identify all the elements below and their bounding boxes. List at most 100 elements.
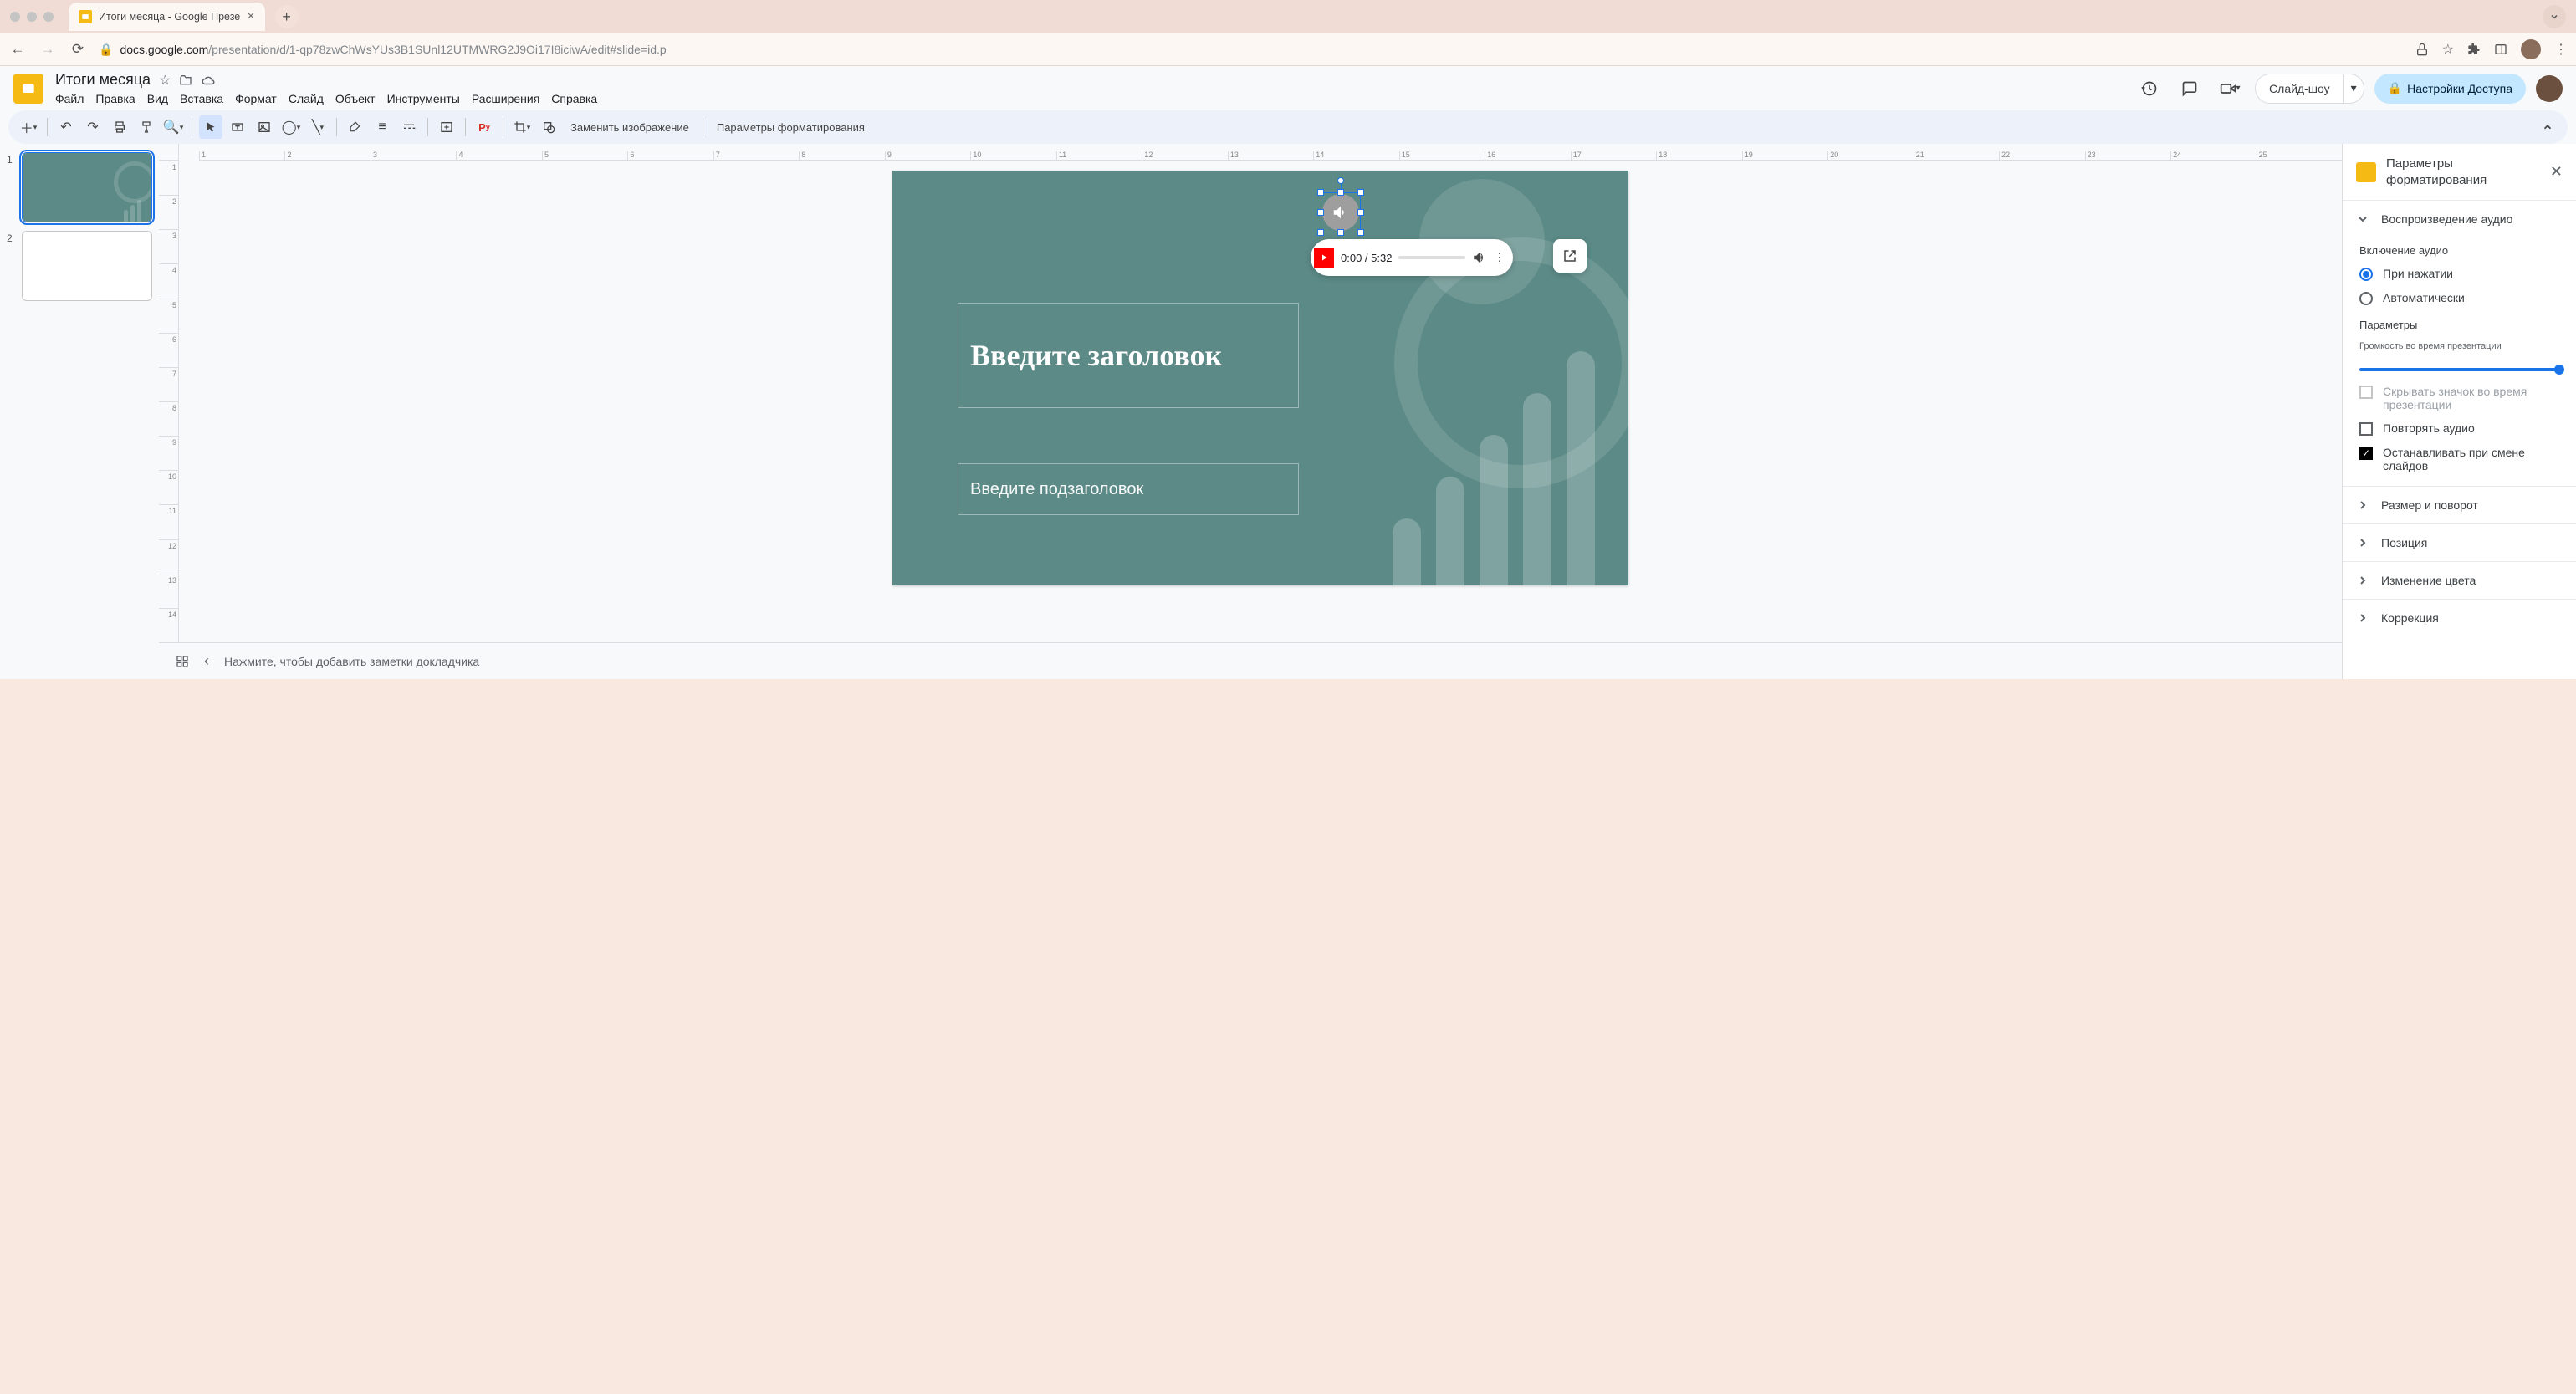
undo-icon[interactable]: ↶	[54, 115, 78, 139]
resize-handle[interactable]	[1317, 209, 1324, 216]
notes-collapse-icon[interactable]: ‹	[204, 652, 209, 670]
sidebar-close-icon[interactable]: ✕	[2550, 163, 2563, 181]
image-icon[interactable]	[253, 115, 276, 139]
slideshow-dropdown[interactable]: ▾	[2343, 74, 2364, 104]
browser-tab-active[interactable]: Итоги месяца - Google Презе ×	[69, 3, 265, 31]
nav-reload-icon[interactable]: ⟳	[69, 41, 87, 58]
address-bar[interactable]: 🔒 docs.google.com/presentation/d/1-qp78z…	[99, 37, 2404, 62]
extensions-icon[interactable]	[2467, 43, 2481, 56]
resize-handle[interactable]	[1337, 229, 1344, 236]
volume-icon[interactable]	[1472, 250, 1487, 265]
section-audio-playback[interactable]: Воспроизведение аудио	[2343, 201, 2576, 237]
resize-handle[interactable]	[1357, 229, 1364, 236]
crop-icon[interactable]: ▾	[510, 115, 534, 139]
menu-tools[interactable]: Инструменты	[387, 92, 460, 105]
border-weight-icon[interactable]: ≡	[371, 115, 394, 139]
audio-object[interactable]	[1322, 194, 1359, 231]
line-icon[interactable]: ╲▾	[306, 115, 330, 139]
slideshow-button[interactable]: Слайд-шоу	[2255, 74, 2343, 104]
slideshow-split-button: Слайд-шоу ▾	[2255, 74, 2364, 104]
account-avatar-icon[interactable]	[2536, 75, 2563, 102]
radio-on-click[interactable]: При нажатии	[2359, 267, 2559, 281]
cloud-status-icon[interactable]	[201, 73, 216, 88]
play-button[interactable]	[1314, 248, 1334, 268]
replace-image-icon[interactable]	[435, 115, 458, 139]
resize-handle[interactable]	[1317, 189, 1324, 196]
ruler-vertical[interactable]: 1234567891011121314	[159, 161, 179, 642]
doc-name[interactable]: Итоги месяца	[55, 71, 151, 89]
menu-slide[interactable]: Слайд	[289, 92, 324, 105]
collapse-toolbar-icon[interactable]	[2536, 115, 2559, 139]
menu-insert[interactable]: Вставка	[180, 92, 223, 105]
border-dash-icon[interactable]	[397, 115, 421, 139]
slides-logo-icon[interactable]	[13, 74, 43, 104]
canvas-scroll[interactable]: Введите заголовок Введите подзаголовок	[179, 161, 2342, 642]
ruler-horizontal[interactable]: 1234567891011121314151617181920212223242…	[199, 144, 2342, 161]
menu-view[interactable]: Вид	[147, 92, 168, 105]
profile-avatar-icon[interactable]	[2521, 39, 2541, 59]
resize-handle[interactable]	[1317, 229, 1324, 236]
new-tab-button[interactable]: +	[275, 5, 299, 28]
menu-object[interactable]: Объект	[335, 92, 376, 105]
menu-file[interactable]: Файл	[55, 92, 84, 105]
radio-automatic[interactable]: Автоматически	[2359, 291, 2559, 305]
slide-subtitle-placeholder[interactable]: Введите подзаголовок	[958, 463, 1299, 515]
print-icon[interactable]	[108, 115, 131, 139]
menu-edit[interactable]: Правка	[95, 92, 135, 105]
rotate-handle[interactable]	[1337, 177, 1344, 184]
mask-icon[interactable]	[537, 115, 560, 139]
grid-view-icon[interactable]	[176, 655, 189, 668]
section-position[interactable]: Позиция	[2343, 524, 2576, 561]
history-icon[interactable]	[2134, 74, 2165, 104]
share-page-icon[interactable]	[2415, 43, 2429, 56]
slide-thumb-2[interactable]	[22, 231, 152, 301]
paint-format-icon[interactable]	[135, 115, 158, 139]
menu-extensions[interactable]: Расширения	[472, 92, 539, 105]
lock-icon: 🔒	[2388, 81, 2402, 95]
border-color-icon[interactable]	[344, 115, 367, 139]
slide-title-placeholder[interactable]: Введите заголовок	[958, 303, 1299, 408]
audio-progress[interactable]	[1398, 256, 1465, 259]
replace-image-text[interactable]: Заменить изображение	[564, 121, 696, 134]
kebab-menu-icon[interactable]: ⋮	[2554, 41, 2568, 58]
window-maximize[interactable]	[43, 12, 54, 22]
resize-handle[interactable]	[1337, 189, 1344, 196]
tabs-dropdown-icon[interactable]	[2543, 5, 2566, 28]
window-minimize[interactable]	[27, 12, 37, 22]
slide-canvas[interactable]: Введите заголовок Введите подзаголовок	[892, 171, 1628, 585]
window-close[interactable]	[10, 12, 20, 22]
zoom-icon[interactable]: 🔍▾	[161, 115, 185, 139]
slide-thumb-1[interactable]	[22, 152, 152, 222]
format-options-text[interactable]: Параметры форматирования	[710, 121, 871, 134]
tab-close-icon[interactable]: ×	[247, 10, 254, 23]
new-slide-icon[interactable]: ＋▾	[17, 115, 40, 139]
notes-placeholder[interactable]: Нажмите, чтобы добавить заметки докладчи…	[224, 655, 479, 668]
resize-handle[interactable]	[1357, 209, 1364, 216]
sidepanel-icon[interactable]	[2494, 43, 2507, 56]
textbox-icon[interactable]	[226, 115, 249, 139]
checkbox-loop-audio[interactable]: Повторять аудио	[2359, 421, 2559, 436]
popout-icon[interactable]	[1553, 239, 1587, 273]
volume-slider[interactable]	[2359, 368, 2559, 371]
menu-help[interactable]: Справка	[551, 92, 597, 105]
section-recolor[interactable]: Изменение цвета	[2343, 562, 2576, 599]
select-tool-icon[interactable]	[199, 115, 222, 139]
star-icon[interactable]: ☆	[159, 72, 171, 89]
nav-back-icon[interactable]: ←	[8, 41, 27, 58]
redo-icon[interactable]: ↷	[81, 115, 105, 139]
shape-icon[interactable]: ◯▾	[279, 115, 303, 139]
menu-format[interactable]: Формат	[235, 92, 277, 105]
comments-icon[interactable]	[2175, 74, 2205, 104]
start-audio-label: Включение аудио	[2359, 244, 2559, 257]
nav-forward-icon[interactable]: →	[38, 41, 57, 58]
section-adjustments[interactable]: Коррекция	[2343, 600, 2576, 636]
share-button[interactable]: 🔒 Настройки Доступа	[2374, 74, 2526, 104]
checkbox-stop-on-slide-change[interactable]: ✓ Останавливать при смене слайдов	[2359, 446, 2559, 472]
bookmark-icon[interactable]: ☆	[2442, 41, 2454, 58]
resize-handle[interactable]	[1357, 189, 1364, 196]
audio-menu-icon[interactable]: ⋮	[1494, 251, 1505, 264]
move-icon[interactable]	[179, 74, 192, 87]
meet-icon[interactable]: ▾	[2215, 74, 2245, 104]
section-size-rotate[interactable]: Размер и поворот	[2343, 487, 2576, 523]
script-icon[interactable]: Pу	[473, 115, 496, 139]
